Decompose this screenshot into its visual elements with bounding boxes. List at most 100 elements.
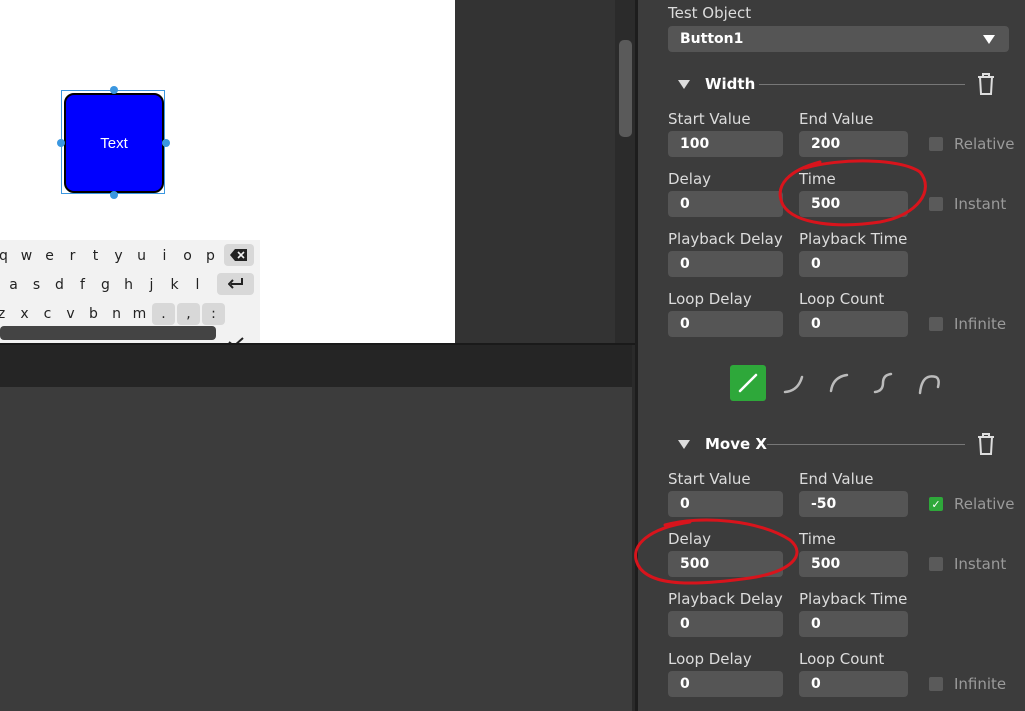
playback-delay-label: Playback Delay <box>668 230 783 248</box>
end-value-input[interactable]: -50 <box>799 491 908 517</box>
loop-count-label: Loop Count <box>799 290 885 308</box>
delay-label: Delay <box>668 170 712 188</box>
keyboard-key[interactable]: v <box>59 303 82 325</box>
test-object-label: Test Object <box>668 4 752 22</box>
loop-delay-input[interactable]: 0 <box>668 311 783 337</box>
playback-delay-input[interactable]: 0 <box>668 611 783 637</box>
loop-count-label: Loop Count <box>799 650 885 668</box>
keyboard-key[interactable]: . <box>152 303 175 325</box>
resize-handle-top[interactable] <box>110 86 118 94</box>
trash-icon[interactable] <box>976 73 996 95</box>
infinite-checkbox[interactable] <box>929 317 943 331</box>
start-value-input[interactable]: 0 <box>668 491 783 517</box>
collapse-triangle-icon[interactable] <box>678 80 690 89</box>
relative-checkbox[interactable] <box>929 137 943 151</box>
keyboard-key[interactable]: y <box>107 245 130 267</box>
timeline-header <box>0 345 632 387</box>
chevron-down-icon <box>983 35 995 44</box>
playback-time-label: Playback Time <box>799 230 908 248</box>
ease-in-out-icon[interactable] <box>865 365 901 401</box>
keyboard-key[interactable]: i <box>153 245 176 267</box>
keyboard-key[interactable]: : <box>202 303 225 325</box>
playback-time-input[interactable]: 0 <box>799 251 908 277</box>
canvas-scrollbar-thumb[interactable] <box>619 40 632 137</box>
keyboard-key[interactable]: j <box>140 274 163 296</box>
infinite-label: Infinite <box>954 675 1007 693</box>
delay-input[interactable]: 500 <box>668 551 783 577</box>
backspace-key-icon[interactable] <box>224 244 254 266</box>
end-value-label: End Value <box>799 110 874 128</box>
loop-delay-label: Loop Delay <box>668 290 752 308</box>
keyboard-key[interactable]: g <box>94 274 117 296</box>
keyboard-key[interactable]: , <box>177 303 200 325</box>
infinite-label: Infinite <box>954 315 1007 333</box>
start-value-label: Start Value <box>668 470 751 488</box>
test-object-value: Button1 <box>680 31 744 47</box>
canvas-gutter <box>455 0 615 343</box>
ease-back-icon[interactable] <box>910 365 946 401</box>
keyboard-key[interactable]: s <box>25 274 48 296</box>
linear-easing-icon[interactable] <box>730 365 766 401</box>
section-title: Width <box>705 75 756 93</box>
keyboard-key[interactable]: d <box>48 274 71 296</box>
relative-label: Relative <box>954 495 1015 513</box>
collapse-triangle-icon[interactable] <box>678 440 690 449</box>
time-input[interactable]: 500 <box>799 551 908 577</box>
inspector-panel: Test Object Button1 Width Start Value En… <box>638 0 1025 711</box>
loop-count-input[interactable]: 0 <box>799 311 908 337</box>
section-title: Move X <box>705 435 767 453</box>
instant-checkbox[interactable] <box>929 197 943 211</box>
infinite-checkbox[interactable] <box>929 677 943 691</box>
keyboard-key[interactable]: l <box>186 274 209 296</box>
resize-handle-bottom[interactable] <box>110 191 118 199</box>
keyboard-spacebar[interactable] <box>0 326 216 340</box>
trash-icon[interactable] <box>976 433 996 455</box>
keyboard-key[interactable]: q <box>0 245 15 267</box>
checkmark-key-icon[interactable] <box>228 334 244 343</box>
playback-time-input[interactable]: 0 <box>799 611 908 637</box>
start-value-input[interactable]: 100 <box>668 131 783 157</box>
keyboard-key[interactable]: e <box>38 245 61 267</box>
design-canvas[interactable]: Text qwertyuiop asdfghjkl zxcvbnm.,: <box>0 0 455 343</box>
keyboard-key[interactable]: p <box>199 245 222 267</box>
ease-out-icon[interactable] <box>821 365 857 401</box>
relative-checkbox[interactable]: ✓ <box>929 497 943 511</box>
instant-label: Instant <box>954 555 1007 573</box>
ease-in-icon[interactable] <box>776 365 812 401</box>
resize-handle-left[interactable] <box>57 139 65 147</box>
keyboard-key[interactable]: m <box>128 303 151 325</box>
keyboard-key[interactable]: z <box>0 303 13 325</box>
time-input[interactable]: 500 <box>799 191 908 217</box>
keyboard-key[interactable]: t <box>84 245 107 267</box>
canvas-button-widget[interactable]: Text <box>64 93 164 193</box>
resize-handle-right[interactable] <box>162 139 170 147</box>
keyboard-key[interactable]: u <box>130 245 153 267</box>
start-value-label: Start Value <box>668 110 751 128</box>
playback-time-label: Playback Time <box>799 590 908 608</box>
relative-label: Relative <box>954 135 1015 153</box>
loop-delay-label: Loop Delay <box>668 650 752 668</box>
test-object-select[interactable]: Button1 <box>668 26 1009 52</box>
keyboard-key[interactable]: f <box>71 274 94 296</box>
keyboard-key[interactable]: a <box>2 274 25 296</box>
delay-label: Delay <box>668 530 712 548</box>
keyboard-key[interactable]: o <box>176 245 199 267</box>
keyboard-key[interactable]: r <box>61 245 84 267</box>
playback-delay-input[interactable]: 0 <box>668 251 783 277</box>
keyboard-key[interactable]: c <box>36 303 59 325</box>
delay-input[interactable]: 0 <box>668 191 783 217</box>
keyboard-key[interactable]: k <box>163 274 186 296</box>
instant-label: Instant <box>954 195 1007 213</box>
keyboard-key[interactable]: b <box>82 303 105 325</box>
keyboard-key[interactable]: n <box>105 303 128 325</box>
keyboard-key[interactable]: h <box>117 274 140 296</box>
time-label: Time <box>799 530 836 548</box>
keyboard-key[interactable]: w <box>15 245 38 267</box>
playback-delay-label: Playback Delay <box>668 590 783 608</box>
loop-delay-input[interactable]: 0 <box>668 671 783 697</box>
keyboard-key[interactable]: x <box>13 303 36 325</box>
loop-count-input[interactable]: 0 <box>799 671 908 697</box>
end-value-input[interactable]: 200 <box>799 131 908 157</box>
enter-key-icon[interactable] <box>217 273 254 295</box>
instant-checkbox[interactable] <box>929 557 943 571</box>
